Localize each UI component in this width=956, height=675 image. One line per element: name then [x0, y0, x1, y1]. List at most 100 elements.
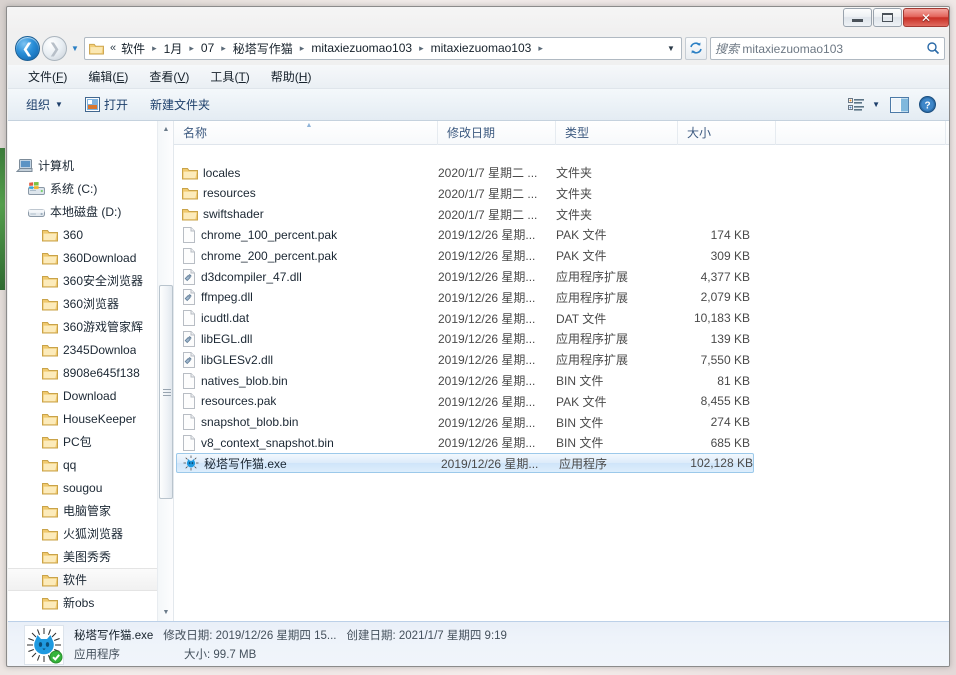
folder-icon — [42, 574, 58, 586]
breadcrumb-dropdown-button[interactable]: ▼ — [663, 38, 679, 59]
chevron-right-icon-4[interactable]: ▸ — [415, 43, 428, 54]
chevron-right-icon-0[interactable]: ▸ — [148, 43, 161, 54]
table-row[interactable]: chrome_200_percent.pak 2019/12/26 星期... PA… — [174, 245, 949, 266]
title-bar: ✕ — [7, 7, 949, 31]
sidebar-item-label: 360安全浏览器 — [63, 274, 144, 288]
sidebar-item-360[interactable]: 360 — [8, 223, 83, 246]
breadcrumb-overflow[interactable]: « — [107, 41, 118, 55]
folder-icon — [182, 209, 198, 221]
chevron-right-icon-3[interactable]: ▸ — [296, 43, 309, 54]
column-header-类型[interactable]: 类型 — [556, 120, 678, 145]
chevron-right-icon-1[interactable]: ▸ — [185, 43, 198, 54]
breadcrumb-item-0[interactable]: 软件 — [118, 39, 148, 58]
breadcrumb-item-1[interactable]: 1月 — [161, 39, 186, 58]
table-row[interactable]: libEGL.dll 2019/12/26 星期... 应用程序扩展 139 KB — [174, 328, 949, 349]
details-text: 秘塔写作猫.exe 修改日期: 2019/12/26 星期四 15... 创建日… — [74, 627, 507, 662]
sidebar-item-2345downloa[interactable]: 2345Downloa — [8, 338, 136, 361]
breadcrumb-item-2[interactable]: 07 — [198, 40, 217, 56]
sidebar-item-label: PC包 — [63, 435, 92, 449]
sidebar-item-8908e645f138[interactable]: 8908e645f138 — [8, 361, 140, 384]
menu-help[interactable]: 帮助(H) — [269, 66, 314, 87]
table-row[interactable]: d3dcompiler_47.dll 2019/12/26 星期... 应用程序扩展… — [174, 266, 949, 287]
table-row[interactable]: natives_blob.bin 2019/12/26 星期... BIN 文件 81… — [174, 370, 949, 391]
column-header-blank[interactable] — [776, 120, 946, 145]
computer-icon — [16, 159, 33, 172]
table-row[interactable]: locales 2020/1/7 星期二 ... 文件夹 — [174, 162, 949, 183]
help-button[interactable]: ? — [919, 96, 936, 113]
scrollbar-thumb[interactable] — [159, 285, 173, 499]
chevron-right-icon-2[interactable]: ▸ — [217, 43, 230, 54]
file-type-cell: PAK 文件 — [556, 228, 607, 243]
sidebar-item-本地磁盘-d-[interactable]: 本地磁盘 (D:) — [8, 200, 121, 223]
preview-pane-button[interactable] — [890, 96, 909, 113]
table-row[interactable]: resources 2020/1/7 星期二 ... 文件夹 — [174, 183, 949, 204]
history-dropdown-button[interactable]: ▼ — [68, 37, 82, 59]
sidebar-item-软件[interactable]: 软件 — [8, 568, 160, 591]
folder-icon — [42, 252, 58, 264]
refresh-button[interactable] — [685, 36, 707, 60]
breadcrumb-bar[interactable]: « 软件 ▸ 1月 ▸ 07 ▸ 秘塔写作猫 ▸ mitaxiezuomao10… — [84, 36, 682, 60]
table-row[interactable]: swiftshader 2020/1/7 星期二 ... 文件夹 — [174, 204, 949, 225]
file-name-label: v8_context_snapshot.bin — [201, 435, 334, 450]
scroll-down-button[interactable]: ▼ — [158, 604, 173, 621]
organize-button[interactable]: 组织 ▼ — [26, 96, 63, 113]
sidebar-item-360浏览器[interactable]: 360浏览器 — [8, 292, 119, 315]
file-type-cell: 文件夹 — [556, 186, 593, 201]
sidebar-item-火狐浏览器[interactable]: 火狐浏览器 — [8, 522, 123, 545]
breadcrumb-item-4[interactable]: mitaxiezuomao103 — [308, 40, 415, 56]
back-button[interactable]: ❮ — [15, 35, 40, 61]
sidebar-item-系统-c-[interactable]: 系统 (C:) — [8, 177, 97, 200]
column-header-大小[interactable]: 大小 — [678, 120, 776, 145]
sidebar-item-360游戏管家辉[interactable]: 360游戏管家辉 — [8, 315, 143, 338]
sidebar-item-360安全浏览器[interactable]: 360安全浏览器 — [8, 269, 143, 292]
minimize-button[interactable] — [843, 8, 872, 27]
menu-file[interactable]: 文件(F) — [26, 66, 69, 87]
sidebar-item-计算机[interactable]: 计算机 — [8, 154, 74, 177]
forward-button[interactable]: ❯ — [42, 35, 67, 61]
table-row[interactable]: icudtl.dat 2019/12/26 星期... DAT 文件 10,183 K… — [174, 308, 949, 329]
file-type-cell: 应用程序扩展 — [556, 270, 629, 284]
search-input[interactable]: 搜索 mitaxiezuomao103 — [710, 36, 945, 60]
scroll-up-button[interactable]: ▲ — [158, 121, 173, 138]
navigation-scrollbar[interactable]: ▲ ▼ — [157, 121, 173, 621]
folder-icon — [42, 321, 58, 333]
file-icon — [183, 414, 195, 431]
chevron-right-icon-5[interactable]: ▸ — [534, 43, 547, 54]
sidebar-item-download[interactable]: Download — [8, 384, 116, 407]
file-name-cell: libGLESv2.dll — [174, 351, 438, 368]
table-row[interactable]: ffmpeg.dll 2019/12/26 星期... 应用程序扩展 2,079 KB — [174, 287, 949, 308]
open-button[interactable]: 打开 — [84, 96, 128, 113]
breadcrumb-item-3[interactable]: 秘塔写作猫 — [230, 39, 296, 58]
sidebar-item-pc包[interactable]: PC包 — [8, 430, 92, 453]
column-header-名称[interactable]: ▲ 名称 — [174, 120, 438, 145]
file-name-cell: natives_blob.bin — [174, 372, 438, 389]
column-header-修改日期[interactable]: 修改日期 — [438, 120, 556, 145]
sidebar-item-360download[interactable]: 360Download — [8, 246, 136, 269]
views-button[interactable]: ▼ — [848, 97, 880, 112]
folder-icon — [42, 436, 58, 448]
dll-icon — [183, 351, 195, 368]
sidebar-item-新obs[interactable]: 新obs — [8, 591, 94, 614]
menu-tools[interactable]: 工具(T) — [208, 66, 251, 87]
sidebar-item-美图秀秀[interactable]: 美图秀秀 — [8, 545, 111, 568]
breadcrumb-item-5[interactable]: mitaxiezuomao103 — [428, 40, 535, 56]
menu-edit[interactable]: 编辑(E) — [86, 66, 130, 87]
maximize-button[interactable] — [873, 8, 902, 27]
sidebar-item-sougou[interactable]: sougou — [8, 476, 102, 499]
table-row[interactable]: resources.pak 2019/12/26 星期... PAK 文件 8,455… — [174, 391, 949, 412]
file-name-label: libEGL.dll — [201, 331, 253, 346]
file-type-cell: 应用程序 — [559, 456, 608, 471]
sidebar-item-housekeeper[interactable]: HouseKeeper — [8, 407, 136, 430]
table-row[interactable]: chrome_100_percent.pak 2019/12/26 星期... PA… — [174, 224, 949, 245]
new-folder-button[interactable]: 新建文件夹 — [150, 96, 210, 113]
sidebar-item-label: 电脑管家 — [63, 504, 112, 518]
table-row[interactable]: v8_context_snapshot.bin 2019/12/26 星期... B… — [174, 432, 949, 453]
close-button[interactable]: ✕ — [903, 8, 949, 27]
sidebar-item-电脑管家[interactable]: 电脑管家 — [8, 499, 111, 522]
sidebar-item-qq[interactable]: qq — [8, 453, 76, 476]
file-name-label: natives_blob.bin — [201, 373, 288, 388]
table-row[interactable]: 秘塔写作猫.exe 2019/12/26 星期... 应用程序 102,128 KB — [176, 453, 754, 474]
menu-view[interactable]: 查看(V) — [147, 66, 191, 87]
table-row[interactable]: libGLESv2.dll 2019/12/26 星期... 应用程序扩展 7,550… — [174, 349, 949, 370]
table-row[interactable]: snapshot_blob.bin 2019/12/26 星期... BIN 文件 2… — [174, 412, 949, 433]
